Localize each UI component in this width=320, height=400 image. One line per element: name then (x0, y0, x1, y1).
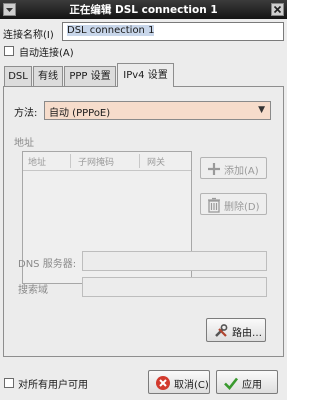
add-button-label: 添加(A) (224, 166, 259, 177)
column-divider (70, 154, 71, 168)
auto-connect-checkbox[interactable] (4, 46, 14, 56)
close-icon[interactable] (271, 3, 284, 16)
column-header-gateway: 网关 (147, 158, 166, 168)
column-header-address: 地址 (28, 158, 47, 168)
trash-icon (208, 197, 220, 213)
delete-address-button[interactable]: 删除(D) (200, 193, 267, 215)
available-to-all-users-checkbox[interactable] (4, 378, 14, 388)
delete-button-label: 删除(D) (224, 202, 260, 213)
tab-ipv4-settings[interactable]: IPv4 设置 (117, 63, 174, 87)
tab-dsl[interactable]: DSL (4, 66, 32, 86)
method-dropdown[interactable]: 自动 (PPPoE) ▼ (44, 101, 271, 120)
title-bar: 正在编辑 DSL connection 1 (0, 0, 287, 19)
cancel-button-label: 取消(C) (174, 380, 209, 391)
routes-button-label: 路由… (232, 328, 262, 339)
dropdown-arrow-icon: ▼ (258, 105, 265, 115)
window-title: 正在编辑 DSL connection 1 (69, 4, 218, 16)
routes-button[interactable]: 路由… (206, 318, 266, 342)
add-address-button[interactable]: 添加(A) (200, 157, 267, 179)
add-icon (208, 163, 220, 175)
tools-icon (215, 324, 228, 337)
address-table-header: 地址 子网掩码 网关 (23, 152, 191, 171)
column-divider (139, 154, 140, 168)
connection-name-label: 连接名称(I) (3, 30, 54, 41)
dns-servers-input (82, 251, 267, 271)
method-label: 方法: (14, 108, 38, 119)
auto-connect-label[interactable]: 自动连接(A) (19, 44, 74, 59)
cancel-icon (156, 376, 170, 390)
method-value: 自动 (PPPoE) (49, 108, 111, 119)
cancel-button[interactable]: 取消(C) (148, 370, 210, 394)
apply-button[interactable]: 应用 (216, 370, 278, 394)
search-domains-label: 搜索域 (18, 285, 48, 296)
tab-ppp-settings[interactable]: PPP 设置 (64, 66, 116, 86)
dns-servers-label: DNS 服务器: (18, 259, 77, 270)
apply-button-label: 应用 (242, 380, 262, 391)
tab-wired[interactable]: 有线 (33, 66, 63, 86)
connection-name-input[interactable]: DSL connection 1 (62, 22, 284, 41)
column-header-netmask: 子网掩码 (78, 158, 115, 168)
available-to-all-users-label[interactable]: 对所有用户可用 (18, 376, 88, 391)
checkmark-icon (224, 377, 239, 390)
address-section-label: 地址 (14, 138, 34, 149)
connection-name-value: DSL connection 1 (67, 25, 155, 36)
search-domains-input (82, 277, 267, 297)
